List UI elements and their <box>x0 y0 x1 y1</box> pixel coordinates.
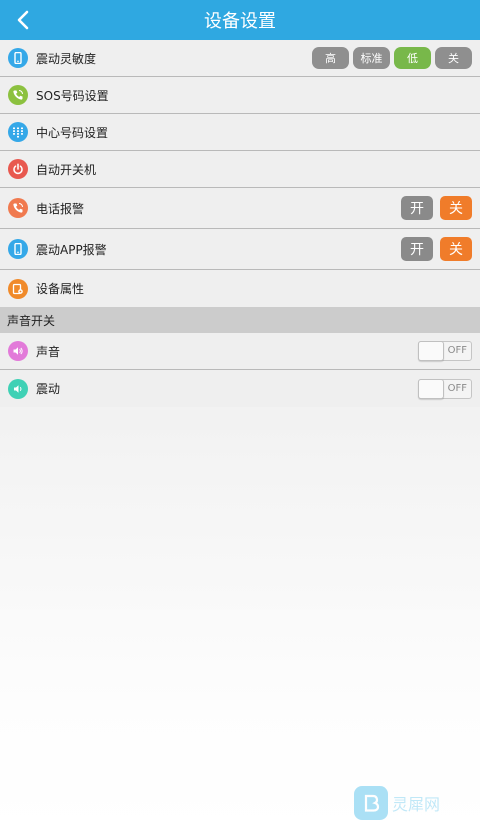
brand-logo-icon <box>354 786 388 820</box>
phone-icon <box>8 48 28 68</box>
sound-label: 声音 <box>36 344 61 359</box>
sound-toggle-state: OFF <box>447 345 467 356</box>
phone-alarm-row: 电话报警 开 关 <box>0 188 480 229</box>
vibrate-icon <box>8 378 28 399</box>
back-button[interactable] <box>10 6 36 34</box>
phone-alarm-off-button[interactable]: 关 <box>440 196 472 220</box>
phone-call-icon <box>8 85 28 105</box>
vibrate-toggle[interactable]: OFF <box>418 378 472 399</box>
phone-alarm-on-button[interactable]: 开 <box>401 196 433 220</box>
sensitivity-off-button[interactable]: 关 <box>435 47 472 69</box>
app-alarm-off-button[interactable]: 关 <box>440 237 472 261</box>
phone-alarm-label: 电话报警 <box>36 201 85 216</box>
device-properties-label: 设备属性 <box>36 282 85 296</box>
speaker-icon <box>8 341 28 361</box>
watermark-text: 灵犀网 <box>392 795 441 814</box>
vibrate-toggle-knob <box>418 378 444 399</box>
auto-power-row[interactable]: 自动开关机 <box>0 151 480 188</box>
app-alarm-on-button[interactable]: 开 <box>401 237 433 261</box>
sound-row: 声音 OFF <box>0 333 480 370</box>
app-alarm-switch: 开 关 <box>401 237 472 261</box>
sos-row[interactable]: SOS号码设置 <box>0 77 480 114</box>
app-alarm-label: 震动APP报警 <box>36 242 107 257</box>
chevron-left-icon <box>17 10 29 30</box>
sensitivity-row: 震动灵敏度 高 标准 低 关 <box>0 40 480 77</box>
watermark: 灵犀网 <box>354 784 474 822</box>
dialpad-icon <box>8 122 28 142</box>
app-header: 设备设置 <box>0 0 480 40</box>
auto-power-label: 自动开关机 <box>36 162 97 177</box>
device-properties-row[interactable]: 设备属性 <box>0 270 480 307</box>
center-number-row[interactable]: 中心号码设置 <box>0 114 480 151</box>
sensitivity-selector: 高 标准 低 关 <box>312 47 472 69</box>
app-alarm-row: 震动APP报警 开 关 <box>0 229 480 270</box>
phone-call-icon <box>8 198 28 218</box>
center-number-label: 中心号码设置 <box>36 125 109 140</box>
sensitivity-low-button[interactable]: 低 <box>394 47 431 69</box>
sensitivity-high-button[interactable]: 高 <box>312 47 349 69</box>
sound-toggle-knob <box>418 341 444 361</box>
page-title: 设备设置 <box>204 11 276 32</box>
vibrate-toggle-state: OFF <box>447 382 467 394</box>
sensitivity-label: 震动灵敏度 <box>36 51 97 66</box>
sos-label: SOS号码设置 <box>36 88 109 103</box>
vibrate-row: 震动 OFF <box>0 370 480 407</box>
phone-icon <box>8 239 28 259</box>
sound-toggle[interactable]: OFF <box>418 341 472 361</box>
sound-section-header: 声音开关 <box>0 307 480 333</box>
device-info-icon <box>8 278 28 299</box>
sensitivity-standard-button[interactable]: 标准 <box>353 47 390 69</box>
vibrate-label: 震动 <box>36 382 61 396</box>
phone-alarm-switch: 开 关 <box>401 196 472 220</box>
power-icon <box>8 159 28 179</box>
